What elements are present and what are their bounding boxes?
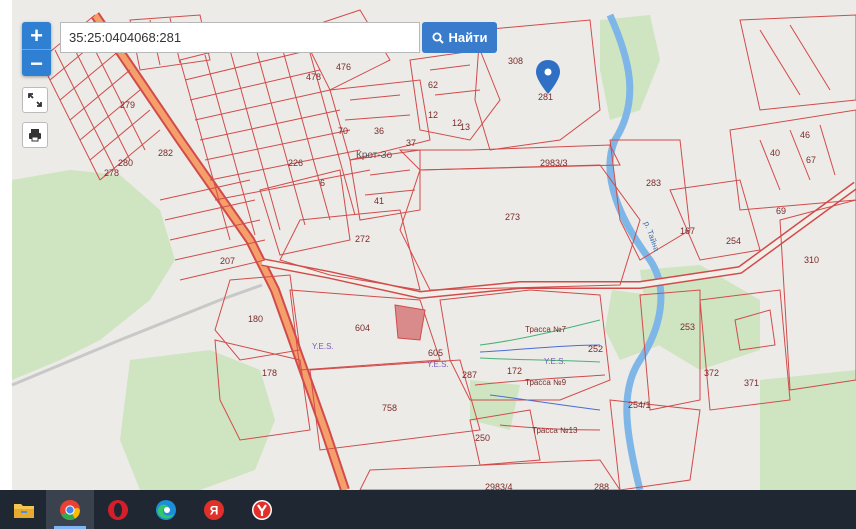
parcel-label: 167 (680, 226, 696, 236)
zoom-in-button[interactable]: + (22, 22, 51, 49)
parcel-label: 70 (338, 126, 349, 136)
parcel-label: 40 (770, 148, 781, 158)
parcel-label: 62 (428, 80, 439, 90)
parcel-label: 283 (646, 178, 662, 188)
search-icon (432, 32, 444, 44)
parcel-label: 254 (726, 236, 742, 246)
zoom-control: + − (22, 22, 51, 76)
parcel-label: 226 (288, 158, 304, 168)
search-input[interactable] (60, 22, 420, 53)
parcel-label: 41 (374, 196, 385, 206)
parcel-label: 287 (462, 370, 478, 380)
poi-label: Y.E.S. (312, 342, 334, 351)
parcel-label: 253 (680, 322, 696, 332)
expand-icon (28, 93, 42, 107)
parcel-label: 605 (428, 348, 444, 358)
parcel-label: 278 (104, 168, 120, 178)
parcel-label: 2983/4 (485, 482, 513, 490)
place-label: Крот-Зо (356, 150, 393, 161)
printer-icon (29, 129, 41, 142)
parcel-label: 476 (336, 62, 352, 72)
parcel-label: 2983/3 (540, 158, 568, 168)
taskbar-file-explorer[interactable] (0, 490, 48, 529)
opera-icon (108, 499, 128, 520)
parcel-label: 282 (158, 148, 174, 158)
parcel-label: 308 (508, 56, 524, 66)
parcel-label: 250 (475, 433, 491, 443)
trail-label: Трасса №9 (525, 378, 567, 387)
parcel-label: 207 (220, 256, 236, 266)
parcel-label: 37 (406, 138, 417, 148)
fullscreen-button[interactable] (22, 87, 48, 113)
poi-label: Y.E.S. (544, 357, 566, 366)
taskbar-opera[interactable] (94, 490, 142, 529)
parcel-label: 279 (120, 100, 136, 110)
search-button[interactable]: Найти (422, 22, 497, 53)
taskbar-yandex-browser[interactable] (238, 490, 286, 529)
parcel-label: 172 (507, 366, 523, 376)
trail-label: Трасса №7 (525, 325, 567, 334)
taskbar: Я (0, 490, 856, 529)
parcel-label: 273 (505, 212, 521, 222)
parcel-label: 46 (800, 130, 811, 140)
parcel-label: 372 (704, 368, 720, 378)
parcel-label: 758 (382, 403, 398, 413)
search-button-label: Найти (448, 30, 488, 45)
parcel-label: 371 (744, 378, 760, 388)
parcel-label: 12 (428, 110, 439, 120)
print-button[interactable] (22, 122, 48, 148)
parcel-label: 478 (306, 72, 322, 82)
parcel-label: 36 (374, 126, 385, 136)
parcel-label: 254/1 (628, 400, 651, 410)
trail-label: Трасса №13 (532, 426, 578, 435)
parcel-label: 6 (320, 178, 326, 188)
parcel-label: 280 (118, 158, 134, 168)
parcel-label: 13 (460, 122, 471, 132)
parcel-label: 281 (538, 92, 554, 102)
parcel-label: 288 (594, 482, 610, 490)
parcel-label: 180 (248, 314, 264, 324)
edge-icon (156, 499, 176, 520)
taskbar-edge[interactable] (142, 490, 190, 529)
chrome-icon (60, 499, 81, 520)
zoom-out-button[interactable]: − (22, 50, 51, 77)
parcel-label: 69 (776, 206, 787, 216)
poi-label: Y.E.S. (427, 360, 449, 369)
yandex-browser-icon (252, 499, 272, 520)
parcel-label: 604 (355, 323, 371, 333)
parcel-label: 67 (806, 155, 817, 165)
folder-icon (14, 503, 34, 518)
parcel-label: 272 (355, 234, 371, 244)
parcel-label: 310 (804, 255, 820, 265)
taskbar-yandex[interactable]: Я (190, 490, 238, 529)
parcel-label: 252 (588, 344, 604, 354)
taskbar-chrome[interactable] (46, 490, 94, 529)
parcel-label: 178 (262, 368, 278, 378)
cadastral-map[interactable]: 308 281 2983/3 283 273 272 604 605 180 1… (0, 0, 856, 490)
svg-text:Я: Я (210, 503, 219, 517)
yandex-icon: Я (204, 499, 224, 520)
